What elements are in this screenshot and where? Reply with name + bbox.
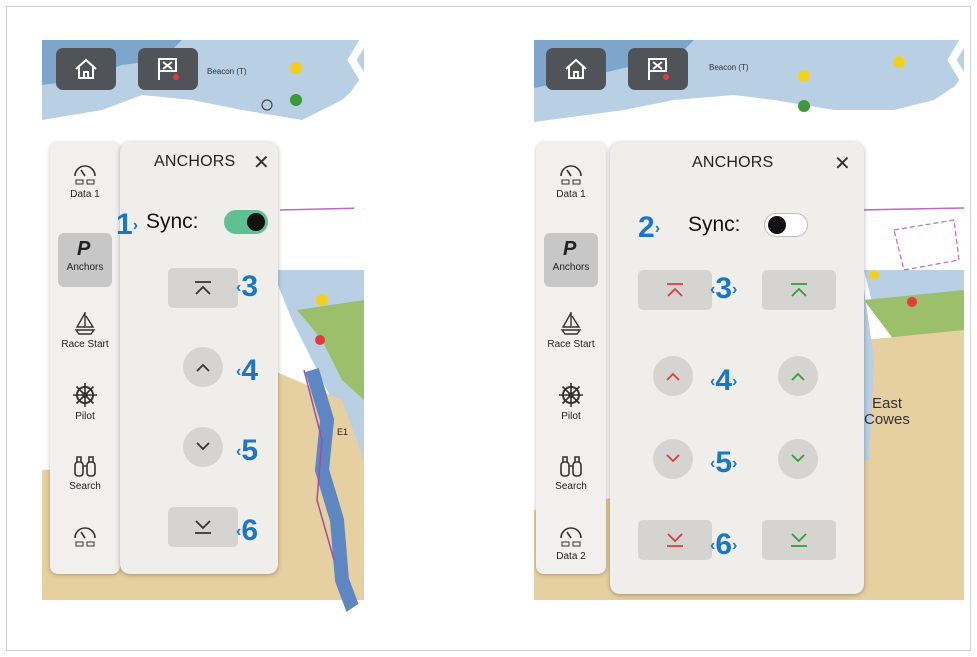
place-label-cowes: Cowes [864, 411, 910, 428]
sync-label: Sync: [146, 210, 199, 233]
port-anchor-up-button[interactable] [653, 356, 693, 396]
sidebar-label: Data 1 [556, 189, 586, 200]
gauge-icon [74, 165, 96, 185]
callout-5: ‹5 [236, 434, 259, 467]
starboard-anchor-bottom-button[interactable] [762, 520, 836, 560]
starboard-anchor-up-button[interactable] [778, 356, 818, 396]
anchor-top-button[interactable] [168, 268, 238, 308]
sidebar-label: Data 2 [556, 551, 586, 562]
home-icon [565, 58, 587, 79]
place-label-east: East [872, 395, 903, 412]
callout-4: ‹4 [236, 354, 259, 387]
sidebar-item-data-1[interactable]: Data 1 [536, 164, 606, 200]
sidebar-label: Search [555, 481, 587, 492]
anchor-up-button[interactable] [183, 347, 223, 387]
gauge-icon [74, 527, 96, 547]
helm-wheel-icon [559, 383, 583, 407]
sailboat-icon [74, 312, 96, 335]
chevron-down-icon [196, 442, 210, 451]
mob-flag-icon [648, 58, 669, 80]
home-button[interactable] [56, 48, 116, 90]
close-button[interactable]: ✕ [253, 150, 270, 175]
sidebar-label: Data 1 [70, 189, 100, 200]
man-overboard-button[interactable] [138, 48, 198, 90]
panel-title: ANCHORS [154, 153, 236, 170]
starboard-anchor-top-button[interactable] [762, 270, 836, 310]
sidebar-item-data-2[interactable]: Data 2 [536, 526, 606, 562]
sidebar-item-data-1[interactable]: Data 1 [50, 164, 120, 200]
starboard-anchor-down-button[interactable] [778, 439, 818, 479]
sidebar-item-pilot[interactable]: Pilot [50, 382, 120, 422]
sidebar-label: Search [69, 481, 101, 492]
sidebar-item-search[interactable]: Search [50, 454, 120, 492]
left-screenshot: Beacon (T) E1 Data 1 P Anchors Race Star… [42, 40, 364, 630]
sidebar-item-anchors[interactable]: P Anchors [536, 233, 606, 287]
port-anchor-down-button[interactable] [653, 439, 693, 479]
binoculars-icon [74, 456, 96, 477]
helm-wheel-icon [73, 383, 97, 407]
callout-2: 2› [638, 211, 661, 244]
panel-title: ANCHORS [692, 154, 774, 171]
chevron-up-icon [791, 372, 805, 381]
sidebar-item-data-2[interactable] [50, 526, 120, 551]
sidebar-label: Anchors [66, 262, 104, 273]
sidebar-label: Pilot [561, 411, 581, 422]
double-chevron-down-icon [195, 520, 211, 534]
callout-6: ‹6 [236, 514, 259, 547]
double-chevron-up-icon [791, 283, 807, 297]
callout-6: ‹6› [710, 528, 738, 561]
right-screenshot: Beacon (T) East Cowes Data 1 P Anchors R… [534, 40, 964, 630]
sidebar-label: Pilot [75, 411, 95, 422]
svg-text:P: P [77, 238, 91, 259]
sync-toggle[interactable] [764, 213, 808, 237]
chevron-down-icon [666, 454, 680, 463]
anchor-bottom-button[interactable] [168, 507, 238, 547]
chevron-up-icon [666, 372, 680, 381]
sync-label: Sync: [688, 213, 741, 236]
svg-text:P: P [563, 238, 577, 259]
beacon-label: Beacon (T) [207, 67, 247, 76]
home-button[interactable] [546, 48, 606, 90]
sailboat-icon [560, 312, 582, 335]
callout-5: ‹5› [710, 446, 738, 479]
sidebar-label: Anchors [552, 262, 590, 273]
callout-4: ‹4› [710, 364, 738, 397]
close-button[interactable]: ✕ [834, 151, 851, 176]
anchor-p-icon: P [563, 238, 577, 259]
gauge-icon [560, 165, 582, 185]
sidebar-label: Race Start [61, 339, 109, 350]
sidebar-item-race-start[interactable]: Race Start [50, 310, 120, 350]
double-chevron-up-icon [195, 281, 211, 295]
callout-1: 1› [116, 208, 139, 241]
double-chevron-down-icon [667, 533, 683, 547]
anchor-down-button[interactable] [183, 427, 223, 467]
sidebar-item-anchors[interactable]: P Anchors [50, 233, 120, 287]
home-icon [75, 58, 97, 79]
mob-flag-icon [158, 58, 179, 80]
double-chevron-up-icon [667, 283, 683, 297]
gauge-icon [560, 527, 582, 547]
binoculars-icon [560, 456, 582, 477]
sidebar-label: Race Start [547, 339, 595, 350]
e1-label: E1 [337, 427, 348, 437]
anchor-p-icon: P [77, 238, 91, 259]
sync-toggle[interactable] [224, 210, 268, 234]
left-sidebar: Data 1 P Anchors Race Start Pilot Search [50, 142, 120, 574]
chevron-up-icon [196, 363, 210, 372]
callout-3: ‹3 [236, 270, 259, 303]
beacon-label: Beacon (T) [709, 63, 749, 72]
sidebar-item-race-start[interactable]: Race Start [536, 310, 606, 350]
sidebar-item-pilot[interactable]: Pilot [536, 382, 606, 422]
port-anchor-bottom-button[interactable] [638, 520, 712, 560]
chevron-down-icon [791, 454, 805, 463]
man-overboard-button[interactable] [628, 48, 688, 90]
port-anchor-top-button[interactable] [638, 270, 712, 310]
callout-3: ‹3› [710, 272, 738, 305]
double-chevron-down-icon [791, 533, 807, 547]
sidebar-item-search[interactable]: Search [536, 454, 606, 492]
right-sidebar: Data 1 P Anchors Race Start Pilot Search… [536, 142, 606, 574]
